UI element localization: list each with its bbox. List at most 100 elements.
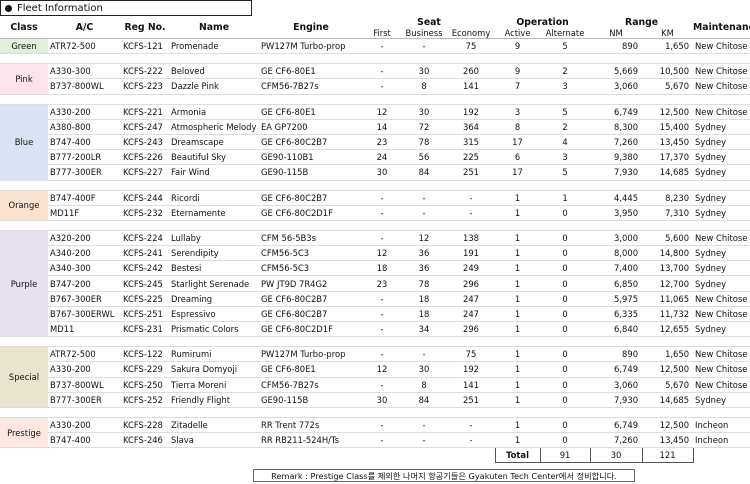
table-cell: Eternamente — [169, 205, 259, 221]
class-cell: Pink — [0, 63, 48, 95]
table-cell: KCFS-242 — [121, 260, 169, 277]
table-cell: ATR72-500 — [48, 346, 121, 363]
group-spacer — [0, 336, 750, 348]
table-cell: 18 — [401, 306, 447, 323]
table-cell: Atmospheric Melody — [169, 119, 259, 135]
table-cell: 14,800 — [642, 245, 694, 262]
header-reg: Reg No. — [121, 17, 169, 39]
table-cell: New Chitose — [693, 104, 750, 120]
table-cell: 0 — [540, 377, 591, 393]
table-cell: - — [363, 417, 401, 434]
table-cell: CFM56-5C3 — [259, 260, 363, 277]
table-cell: A330-200 — [48, 417, 121, 434]
table-cell: GE CF6-80C2B7 — [259, 134, 363, 151]
table-cell: - — [447, 432, 496, 449]
table-row: MD11F KCFS-232 Eternamente GE CF6-80C2D1F - -… — [0, 205, 750, 221]
table-row: B777-300ER KCFS-252 Friendly Flight GE90-11… — [0, 392, 750, 408]
table-cell: 5 — [540, 164, 591, 181]
table-cell: 11,065 — [642, 291, 694, 307]
table-cell: Slava — [169, 432, 259, 449]
table-cell: KCFS-223 — [121, 78, 169, 95]
bullet-icon — [5, 4, 12, 12]
table-cell: KCFS-122 — [121, 346, 169, 363]
table-cell: 8 — [495, 119, 541, 135]
table-cell: 1 — [495, 417, 541, 434]
table-cell: 8,230 — [642, 190, 694, 206]
table-cell: Bestesi — [169, 260, 259, 277]
table-cell: 296 — [447, 275, 496, 292]
table-row: Purple A320-200 KCFS-224 Lullaby CFM 56-5B3s… — [0, 230, 750, 338]
table-cell: ATR72-500 — [48, 38, 121, 55]
table-cell: 0 — [540, 392, 591, 408]
table-cell: 225 — [447, 149, 496, 166]
table-cell: KCFS-222 — [121, 63, 169, 80]
table-cell: 1 — [495, 321, 541, 338]
table-cell: B747-400F — [48, 190, 121, 206]
table-cell: KCFS-243 — [121, 134, 169, 151]
header-seat: Seat — [417, 17, 441, 28]
table-cell: - — [363, 291, 401, 307]
table-cell: EA GP7200 — [259, 119, 363, 135]
table-cell: 13,450 — [642, 432, 694, 449]
header-km: KM — [642, 28, 694, 39]
header-operation: Operation — [516, 17, 569, 28]
table-cell: 17,370 — [642, 149, 694, 166]
table-cell: 251 — [447, 164, 496, 181]
remark-note: Remark : Prestige Class를 제외한 나머지 항공기들은 G… — [253, 469, 635, 482]
table-cell: 7,930 — [590, 392, 643, 408]
table-cell: 30 — [363, 164, 401, 181]
table-cell: A320-200 — [48, 230, 121, 247]
table-cell: 8,300 — [590, 119, 643, 135]
table-cell: - — [363, 38, 401, 55]
table-cell: KCFS-241 — [121, 245, 169, 262]
table-cell: 30 — [401, 104, 447, 120]
table-cell: New Chitose — [693, 291, 750, 307]
table-cell: 12,500 — [642, 417, 694, 434]
table-cell: 141 — [447, 377, 496, 393]
table-row: B747-200 KCFS-245 Starlight Serenade PW JT9… — [0, 275, 750, 292]
table-cell: 72 — [401, 119, 447, 135]
table-cell: KCFS-227 — [121, 164, 169, 181]
table-cell: 3,950 — [590, 205, 643, 221]
table-cell: 3 — [540, 149, 591, 166]
table-cell: Rumirumi — [169, 346, 259, 363]
table-cell: KCFS-232 — [121, 205, 169, 221]
table-cell: MD11F — [48, 205, 121, 221]
table-cell: New Chitose — [693, 63, 750, 80]
table-cell: 4 — [540, 134, 591, 151]
table-cell: Lullaby — [169, 230, 259, 247]
total-count: 121 — [641, 447, 694, 464]
table-cell: Espressivo — [169, 306, 259, 323]
table-cell: B737-800WL — [48, 377, 121, 393]
table-cell: 6,840 — [590, 321, 643, 338]
table-cell: 1 — [495, 306, 541, 323]
table-cell: Sydney — [693, 392, 750, 408]
table-cell: GE CF6-80C2D1F — [259, 205, 363, 221]
table-cell: Serendipity — [169, 245, 259, 262]
table-cell: B747-400 — [48, 134, 121, 151]
table-cell: 6,749 — [590, 361, 643, 378]
table-row: A330-200 KCFS-229 Sakura Domyoji GE CF6-80E… — [0, 361, 750, 378]
table-cell: 6,749 — [590, 104, 643, 120]
header-name: Name — [169, 17, 259, 39]
table-cell: 249 — [447, 260, 496, 277]
table-cell: 138 — [447, 230, 496, 247]
table-cell: - — [401, 432, 447, 449]
table-cell: B777-200LR — [48, 149, 121, 166]
table-cell: Dreaming — [169, 291, 259, 307]
table-cell: Tierra Moreni — [169, 377, 259, 393]
table-cell: PW127M Turbo-prop — [259, 346, 363, 363]
table-cell: 0 — [540, 205, 591, 221]
table-cell: 191 — [447, 245, 496, 262]
table-cell: 1 — [540, 190, 591, 206]
table-cell: 5,600 — [642, 230, 694, 247]
table-cell: Incheon — [693, 417, 750, 434]
table-cell: 14,685 — [642, 164, 694, 181]
table-cell: 8 — [401, 78, 447, 95]
table-cell: 6 — [495, 149, 541, 166]
table-cell: 1 — [495, 377, 541, 393]
table-cell: KCFS-247 — [121, 119, 169, 135]
table-cell: GE CF6-80C2B7 — [259, 291, 363, 307]
table-cell: - — [363, 377, 401, 393]
table-cell: 9,380 — [590, 149, 643, 166]
